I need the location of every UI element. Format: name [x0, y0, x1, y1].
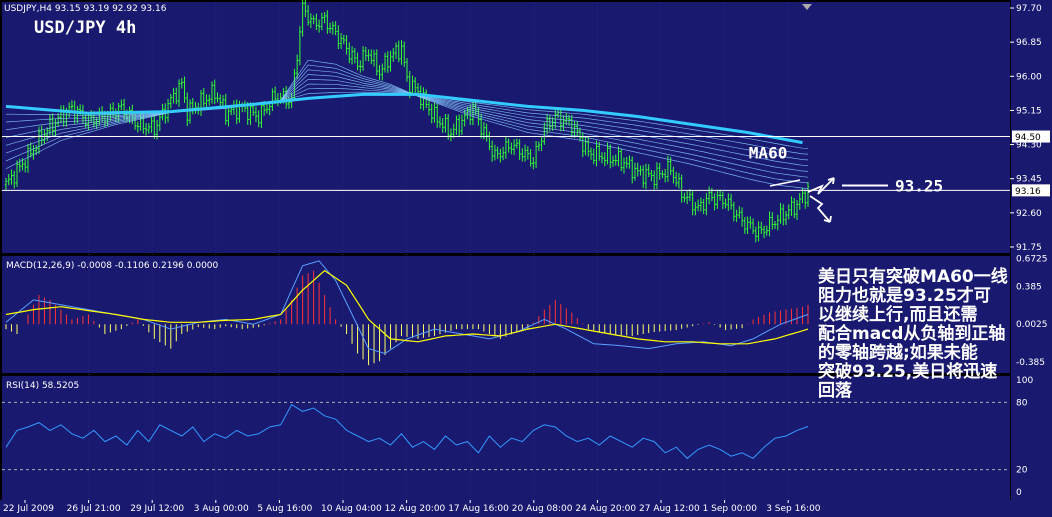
analysis-note-line: 美日只有突破MA60一线: [818, 266, 1008, 287]
price-tick-label: 96.00: [1016, 72, 1042, 82]
analysis-note-line: 的零轴跨越;如果未能: [818, 342, 978, 363]
macd-tick-label: 0.385: [1016, 283, 1042, 293]
time-tick-label: 29 Jul 12:00: [130, 504, 184, 514]
rsi-tick-label: 80: [1016, 398, 1028, 408]
macd-tick-label: 0.6725: [1016, 255, 1048, 265]
price-tick-label: 92.60: [1016, 209, 1042, 219]
analysis-note-line: 突破93.25,美日将迅速: [818, 361, 997, 382]
rsi-header: RSI(14) 58.5205: [6, 381, 79, 391]
analysis-note-line: 回落: [818, 381, 853, 401]
analysis-note: 美日只有突破MA60一线阻力也就是93.25才可以继续上行,而且还需配合macd…: [818, 266, 1008, 401]
chart-title: USD/JPY 4h: [34, 18, 136, 38]
time-tick-label: 12 Aug 20:00: [385, 504, 446, 514]
time-tick-label: 1 Sep 00:00: [703, 504, 758, 514]
macd-header: MACD(12,26,9) -0.0008 -0.1106 0.2196 0.0…: [6, 261, 219, 271]
time-tick-label: 3 Sep 16:00: [766, 504, 821, 514]
chart-canvas: 94.5093.16 97.7096.8596.0095.1594.3093.4…: [0, 0, 1052, 517]
time-tick-label: 27 Aug 12:00: [639, 504, 700, 514]
time-tick-label: 17 Aug 16:00: [448, 504, 509, 514]
price-tick-label: 97.70: [1016, 4, 1042, 14]
analysis-note-line: 阻力也就是93.25才可: [818, 285, 991, 306]
price-level-label: 93.16: [1015, 187, 1041, 197]
ma60-label: MA60: [749, 144, 788, 163]
time-tick-label: 10 Aug 04:00: [321, 504, 382, 514]
price-tick-label: 91.75: [1016, 243, 1042, 253]
price-tick-label: 93.45: [1016, 175, 1042, 185]
time-tick-label: 20 Aug 08:00: [512, 504, 573, 514]
chart-info: USDJPY,H4 93.15 93.19 92.92 93.16: [4, 4, 167, 14]
macd-tick-label: 0.0025: [1016, 320, 1048, 330]
macd-tick-label: -0.385: [1016, 358, 1045, 368]
price-tick-label: 96.85: [1016, 38, 1042, 48]
time-tick-label: 5 Aug 16:00: [257, 504, 312, 514]
time-tick-label: 3 Aug 00:00: [194, 504, 249, 514]
analysis-note-line: 以继续上行,而且还需: [818, 304, 977, 325]
price-panel: [2, 2, 1010, 253]
price-tick-label: 94.30: [1016, 141, 1042, 151]
price-tick-label: 95.15: [1016, 106, 1042, 116]
resistance-label: 93.25: [895, 177, 943, 196]
rsi-panel: [2, 376, 1010, 500]
rsi-tick-label: 20: [1016, 466, 1028, 476]
rsi-tick-label: 100: [1016, 376, 1033, 386]
time-tick-label: 26 Jul 21:00: [67, 504, 121, 514]
time-tick-label: 24 Aug 20:00: [575, 504, 636, 514]
analysis-note-line: 配合macd从负轴到正轴: [818, 323, 1005, 344]
rsi-tick-label: 0: [1016, 488, 1022, 498]
time-tick-label: 22 Jul 2009: [3, 504, 54, 514]
